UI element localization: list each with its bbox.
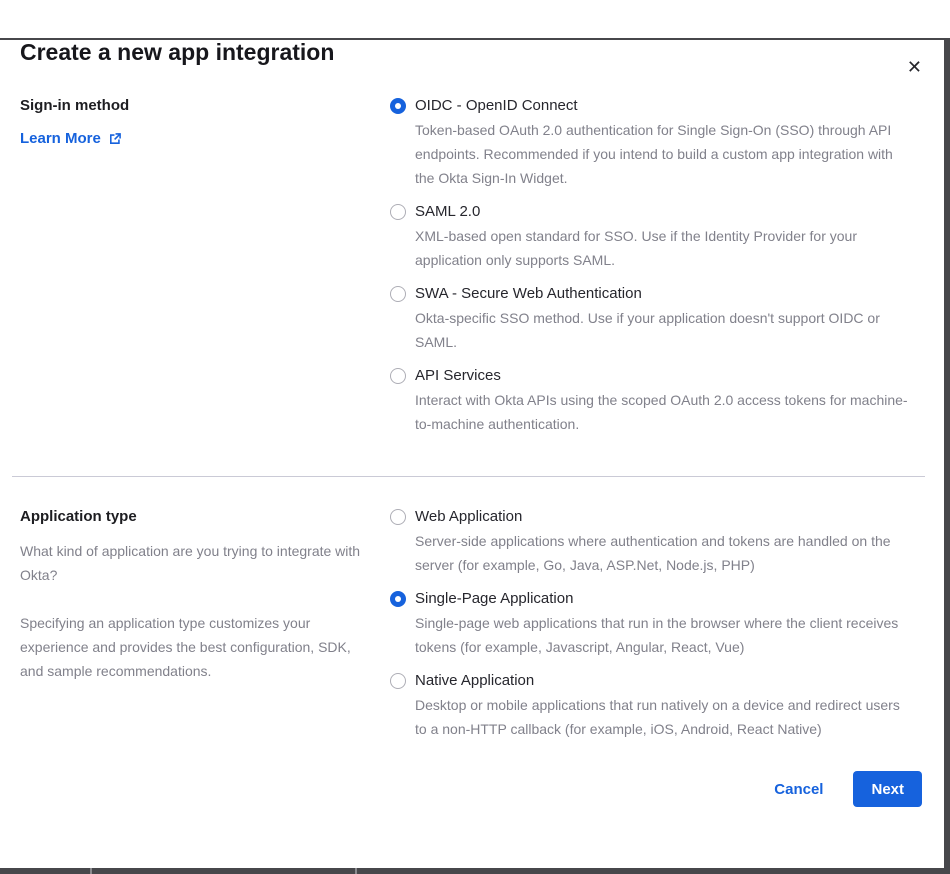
radio-option-single-page-application[interactable]: Single-Page Application Single-page web … (390, 587, 915, 659)
external-link-icon (108, 132, 122, 146)
application-type-help-text: Specifying an application type customize… (20, 611, 365, 683)
application-type-options: Web Application Server-side applications… (390, 505, 915, 741)
section-divider (12, 476, 925, 477)
radio-option-label[interactable]: API Services (415, 364, 915, 388)
radio-option-description: Single-page web applications that run in… (415, 611, 915, 659)
background-column-divider (90, 868, 92, 874)
learn-more-label: Learn More (20, 130, 101, 147)
radio-option-label[interactable]: Single-Page Application (415, 587, 915, 611)
radio-option-oidc[interactable]: OIDC - OpenID Connect Token-based OAuth … (390, 94, 915, 190)
next-button[interactable]: Next (853, 771, 922, 807)
radio-option-description: Okta-specific SSO method. Use if your ap… (415, 306, 915, 354)
application-type-label: Application type (20, 505, 366, 529)
radio-option-description: Server-side applications where authentic… (415, 529, 915, 577)
radio-option-label[interactable]: Native Application (415, 669, 915, 693)
overlay-top-edge (0, 38, 950, 40)
dialog-title: Create a new app integration (20, 38, 950, 66)
radio-option-description: Interact with Okta APIs using the scoped… (415, 388, 915, 436)
radio-button-icon[interactable] (390, 591, 406, 607)
radio-option-description: XML-based open standard for SSO. Use if … (415, 224, 915, 272)
radio-button-icon[interactable] (390, 286, 406, 302)
application-type-left-column: Application type What kind of applicatio… (20, 505, 390, 741)
radio-button-icon[interactable] (390, 204, 406, 220)
application-type-section: Application type What kind of applicatio… (0, 505, 950, 741)
radio-option-label[interactable]: OIDC - OpenID Connect (415, 94, 915, 118)
cancel-button[interactable]: Cancel (774, 781, 823, 798)
radio-option-description: Token-based OAuth 2.0 authentication for… (415, 118, 915, 190)
radio-option-web-application[interactable]: Web Application Server-side applications… (390, 505, 915, 577)
background-column-divider (355, 868, 357, 874)
overlay-bottom-edge (0, 868, 950, 874)
radio-button-icon[interactable] (390, 98, 406, 114)
sign-in-method-section: Sign-in method Learn More OIDC - OpenID … (0, 94, 950, 436)
radio-option-description: Desktop or mobile applications that run … (415, 693, 915, 741)
dialog-footer: Cancel Next (0, 771, 950, 807)
close-icon[interactable]: ✕ (907, 58, 922, 76)
sign-in-method-options: OIDC - OpenID Connect Token-based OAuth … (390, 94, 915, 436)
radio-option-saml[interactable]: SAML 2.0 XML-based open standard for SSO… (390, 200, 915, 272)
application-type-help-text: What kind of application are you trying … (20, 539, 365, 587)
learn-more-link[interactable]: Learn More (20, 130, 122, 147)
radio-option-native-application[interactable]: Native Application Desktop or mobile app… (390, 669, 915, 741)
overlay-right-edge (944, 38, 950, 874)
radio-option-label[interactable]: SAML 2.0 (415, 200, 915, 224)
radio-button-icon[interactable] (390, 509, 406, 525)
radio-option-label[interactable]: SWA - Secure Web Authentication (415, 282, 915, 306)
sign-in-method-label: Sign-in method (20, 94, 366, 118)
radio-option-swa[interactable]: SWA - Secure Web Authentication Okta-spe… (390, 282, 915, 354)
radio-option-api-services[interactable]: API Services Interact with Okta APIs usi… (390, 364, 915, 436)
sign-in-method-left-column: Sign-in method Learn More (20, 94, 390, 436)
radio-option-label[interactable]: Web Application (415, 505, 915, 529)
radio-button-icon[interactable] (390, 368, 406, 384)
radio-button-icon[interactable] (390, 673, 406, 689)
